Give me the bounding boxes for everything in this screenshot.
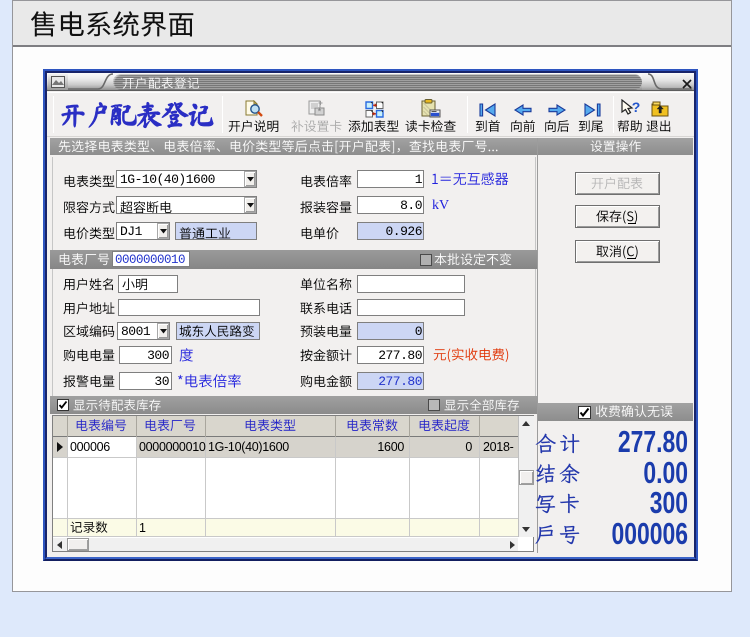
svg-text:?: ? — [632, 99, 641, 115]
svg-text:*: * — [318, 107, 322, 117]
